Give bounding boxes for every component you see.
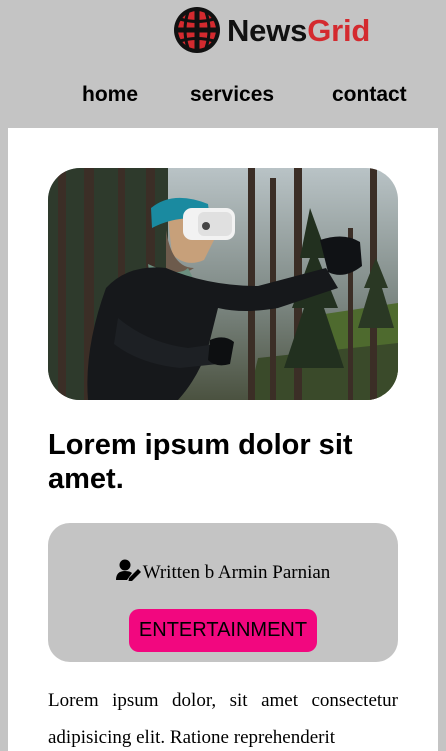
nav-home-link[interactable]: home	[82, 80, 138, 110]
globe-logo-icon	[174, 7, 220, 53]
brand-name: NewsGrid	[227, 15, 370, 46]
category-button[interactable]: ENTERTAINMENT	[129, 609, 317, 652]
article-meta-box: Written b Armin Parnian ENTERTAINMENT	[48, 523, 398, 662]
article-hero-image[interactable]	[48, 168, 398, 400]
site-header: NewsGrid home services contact	[0, 0, 446, 128]
user-pen-icon	[115, 559, 141, 581]
article-card: Lorem ipsum dolor sit amet. Written b Ar…	[8, 128, 438, 751]
article-title: Lorem ipsum dolor sit amet.	[48, 429, 353, 495]
article-author: Written b Armin Parnian	[48, 559, 398, 584]
brand-name-part2: Grid	[307, 12, 371, 48]
article-body: Lorem ipsum dolor, sit amet consectetur …	[48, 690, 398, 748]
man-in-vr-headset-forest-photo	[48, 168, 398, 400]
main-nav: home services contact	[0, 80, 446, 112]
brand-name-part1: News	[227, 12, 308, 48]
site-logo[interactable]: NewsGrid	[172, 5, 370, 55]
nav-contact-link[interactable]: contact	[332, 80, 407, 110]
nav-services-link[interactable]: services	[190, 80, 274, 110]
author-label: Written b Armin Parnian	[142, 562, 331, 583]
